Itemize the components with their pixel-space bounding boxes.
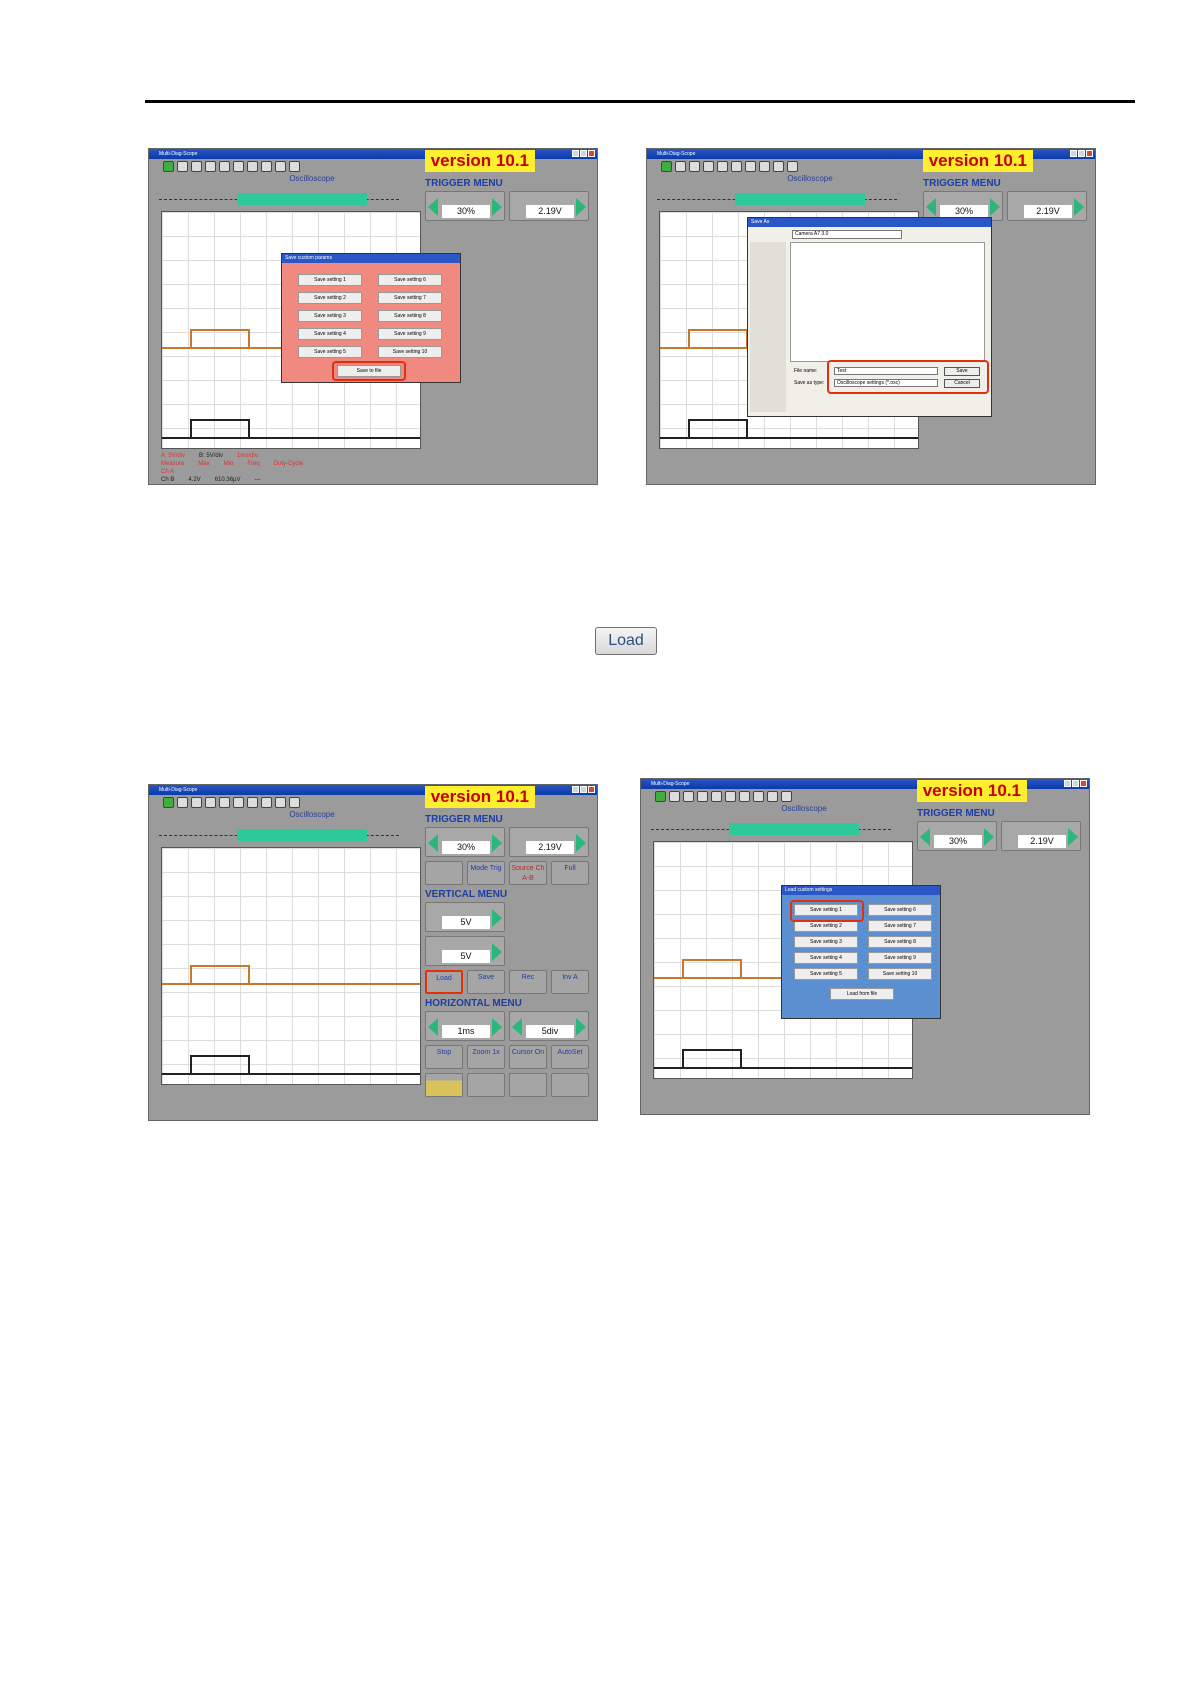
trigger-pos-control[interactable]: 30% xyxy=(917,821,997,851)
save-disk-icon[interactable] xyxy=(467,1073,505,1097)
trigger-pos-control[interactable]: 30% xyxy=(425,827,505,857)
control-panel: TRIGGER MENU 30% 2.19V xyxy=(917,804,1085,1109)
mode-trig-button[interactable]: Mode Trig xyxy=(467,861,505,885)
trigger-level-control[interactable]: 2.19V xyxy=(509,191,589,221)
oscilloscope-title: Oscilloscope xyxy=(289,174,335,183)
measure-table: A: 5V/div B: 5V/div 1ms/div Measure Max Min F… xyxy=(161,453,304,483)
toolbar[interactable] xyxy=(661,161,798,172)
load-setting-10-button[interactable]: Save setting 10 xyxy=(868,968,932,980)
load-setting-9-button[interactable]: Save setting 9 xyxy=(868,952,932,964)
file-list[interactable] xyxy=(790,242,985,362)
save-setting-7-button[interactable]: Save setting 7 xyxy=(378,292,442,304)
clear-icon[interactable] xyxy=(509,1073,547,1097)
places-bar[interactable] xyxy=(750,242,786,412)
zoom-button[interactable]: Zoom 1x xyxy=(467,1045,505,1069)
load-setting-6-button[interactable]: Save setting 6 xyxy=(868,904,932,916)
probe-bar xyxy=(651,813,891,839)
trigger-menu-heading: TRIGGER MENU xyxy=(425,814,503,825)
load-setting-5-button[interactable]: Save setting 5 xyxy=(794,968,858,980)
document-page: Multi-Diag-Scope version 10.1 Oscillosco… xyxy=(0,0,1191,1684)
probe-bar xyxy=(159,819,399,845)
toolbar[interactable] xyxy=(163,161,300,172)
screenshot-save-as: Multi-Diag-Scope version 10.1 Oscillosco… xyxy=(646,148,1096,485)
trigger-menu-heading: TRIGGER MENU xyxy=(425,178,503,189)
version-badge: version 10.1 xyxy=(916,780,1027,802)
save-setting-3-button[interactable]: Save setting 3 xyxy=(298,310,362,322)
window-controls[interactable] xyxy=(572,786,595,793)
rec-button[interactable]: Rec xyxy=(509,970,547,994)
save-button[interactable]: Save xyxy=(467,970,505,994)
save-setting-2-button[interactable]: Save setting 2 xyxy=(298,292,362,304)
window-controls[interactable] xyxy=(1070,150,1093,157)
oscilloscope-title: Oscilloscope xyxy=(289,810,335,819)
probe-bar xyxy=(159,183,399,209)
trigger-pos-control[interactable]: 30% xyxy=(425,191,505,221)
horizontal-menu-heading: HORIZONTAL MENU xyxy=(425,998,522,1009)
autoset-button[interactable]: AutoSet xyxy=(551,1045,589,1069)
screenshot-load-custom-settings: Multi-Diag-Scope version 10.1 Oscillosco… xyxy=(640,778,1090,1115)
probe-bar xyxy=(657,183,897,209)
highlight-box xyxy=(790,900,864,922)
screenshot-load-button: Multi-Diag-Scope version 10.1 Oscillosco… xyxy=(148,784,598,1121)
print-icon[interactable] xyxy=(551,1073,589,1097)
version-badge: version 10.1 xyxy=(424,786,535,808)
trigger-level-control[interactable]: 2.19V xyxy=(1001,821,1081,851)
trigger-slope-button[interactable] xyxy=(425,861,463,885)
cursor-button[interactable]: Cursor On xyxy=(509,1045,547,1069)
save-setting-1-button[interactable]: Save setting 1 xyxy=(298,274,362,286)
highlight-box xyxy=(827,360,989,394)
load-setting-7-button[interactable]: Save setting 7 xyxy=(868,920,932,932)
header-rule xyxy=(145,100,1135,103)
trigger-menu-heading: TRIGGER MENU xyxy=(923,178,1001,189)
save-setting-8-button[interactable]: Save setting 8 xyxy=(378,310,442,322)
oscilloscope-title: Oscilloscope xyxy=(787,174,833,183)
save-in-select[interactable]: Camera A7 3.0 xyxy=(792,230,902,239)
save-custom-params-dialog: Save custom params Save setting 1 Save s… xyxy=(281,253,461,383)
version-badge: version 10.1 xyxy=(922,150,1033,172)
version-badge: version 10.1 xyxy=(424,150,535,172)
load-custom-settings-dialog: Load custom settings Save setting 1 Save… xyxy=(781,885,941,1019)
toolbar[interactable] xyxy=(655,791,792,802)
load-setting-3-button[interactable]: Save setting 3 xyxy=(794,936,858,948)
save-setting-5-button[interactable]: Save setting 5 xyxy=(298,346,362,358)
trigger-level-control[interactable]: 2.19V xyxy=(509,827,589,857)
save-setting-9-button[interactable]: Save setting 9 xyxy=(378,328,442,340)
vertical-menu-heading: VERTICAL MENU xyxy=(425,889,508,900)
full-button[interactable]: Full xyxy=(551,861,589,885)
stop-button[interactable]: Stop xyxy=(425,1045,463,1069)
window-controls[interactable] xyxy=(572,150,595,157)
save-as-dialog: Save As Camera A7 3.0 File name: Test Sa… xyxy=(747,217,992,417)
save-setting-10-button[interactable]: Save setting 10 xyxy=(378,346,442,358)
load-button[interactable]: Load xyxy=(425,970,463,994)
load-setting-8-button[interactable]: Save setting 8 xyxy=(868,936,932,948)
window-pos-control[interactable]: 5div xyxy=(509,1011,589,1041)
screenshot-save-custom-params: Multi-Diag-Scope version 10.1 Oscillosco… xyxy=(148,148,598,485)
save-setting-6-button[interactable]: Save setting 6 xyxy=(378,274,442,286)
load-setting-4-button[interactable]: Save setting 4 xyxy=(794,952,858,964)
save-setting-4-button[interactable]: Save setting 4 xyxy=(298,328,362,340)
toolbar[interactable] xyxy=(163,797,300,808)
open-folder-icon[interactable] xyxy=(425,1073,463,1097)
load-button-icon: Load xyxy=(595,627,657,655)
cha-scale-control[interactable]: 5V xyxy=(425,902,505,932)
highlight-box xyxy=(332,361,406,381)
time-scale-control[interactable]: 1ms xyxy=(425,1011,505,1041)
window-controls[interactable] xyxy=(1064,780,1087,787)
control-panel: TRIGGER MENU 30% 2.19V Mode Trig Source … xyxy=(425,810,593,1115)
oscilloscope-title: Oscilloscope xyxy=(781,804,827,813)
trigger-menu-heading: TRIGGER MENU xyxy=(917,808,995,819)
inv-a-button[interactable]: Inv A xyxy=(551,970,589,994)
load-from-file-button[interactable]: Load from file xyxy=(830,988,894,1000)
trigger-level-control[interactable]: 2.19V xyxy=(1007,191,1087,221)
scope-screen xyxy=(161,847,421,1085)
chb-scale-control[interactable]: 5V xyxy=(425,936,505,966)
source-button[interactable]: Source Ch A-B xyxy=(509,861,547,885)
